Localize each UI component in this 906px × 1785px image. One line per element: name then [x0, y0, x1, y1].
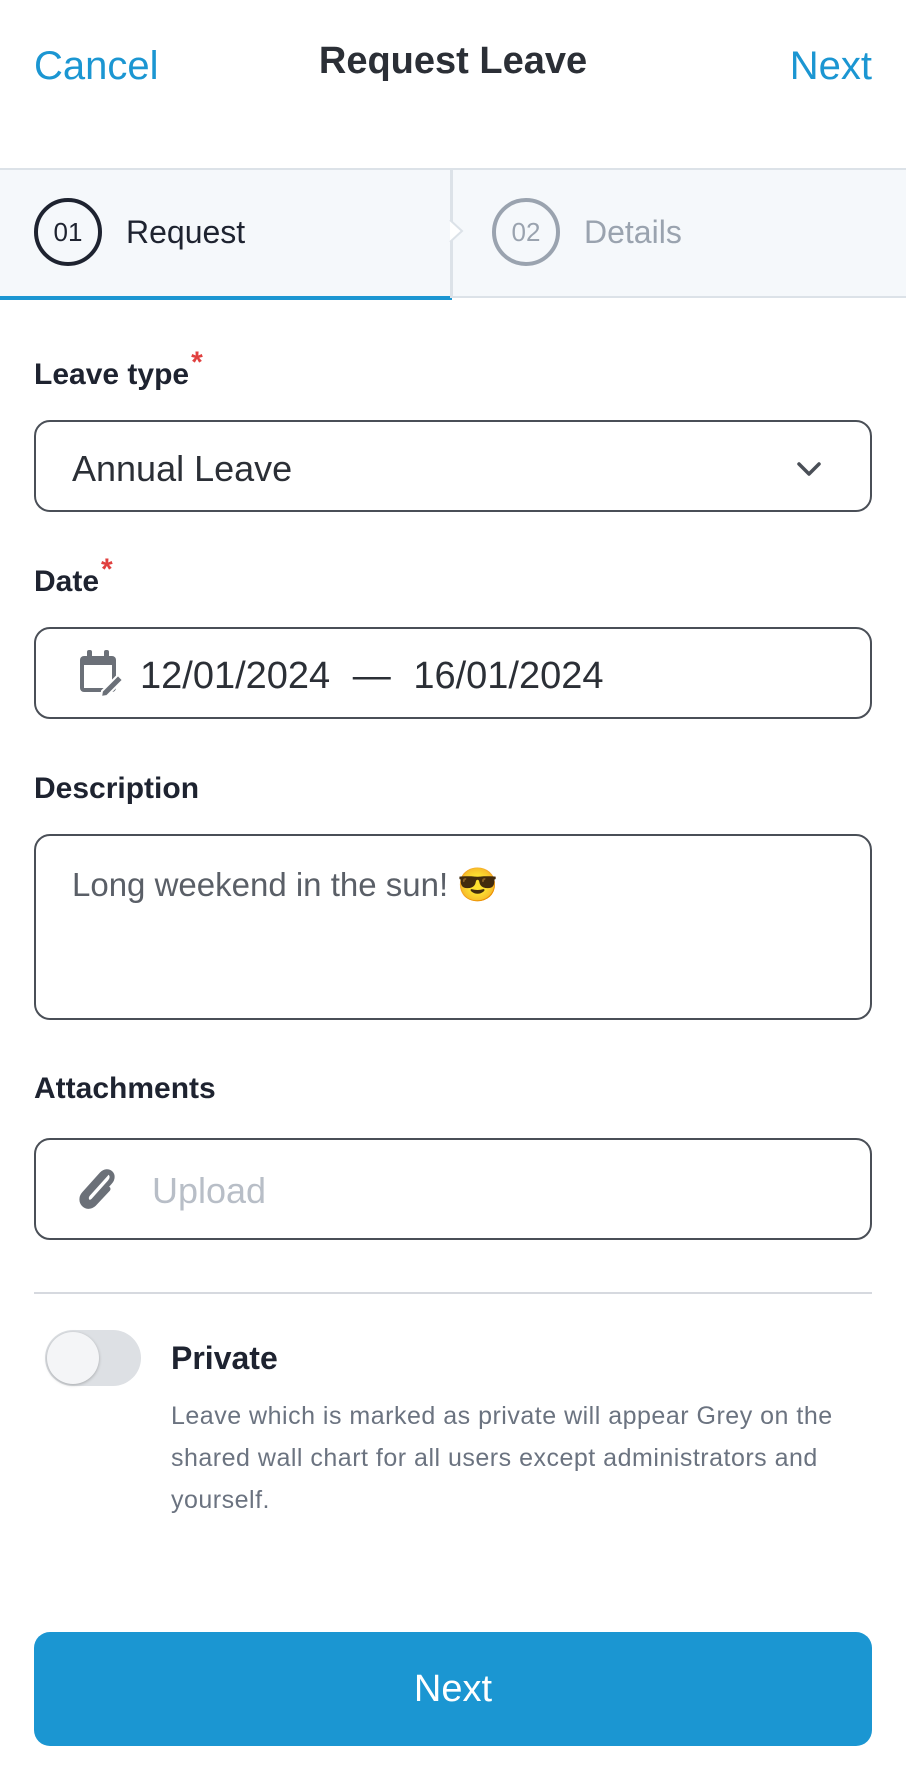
private-description: Leave which is marked as private will ap… [171, 1402, 833, 1514]
end-date: 16/01/2024 [413, 655, 604, 697]
paperclip-icon [79, 1169, 115, 1209]
step-number-01: 01 [34, 198, 102, 266]
date-range-value: 12/01/2024 — 16/01/2024 [140, 655, 604, 698]
active-step-indicator [0, 296, 452, 300]
cancel-button[interactable]: Cancel [34, 44, 159, 89]
date-separator: — [352, 655, 391, 697]
date-label-text: Date [34, 565, 100, 598]
date-range-field[interactable]: 12/01/2024 — 16/01/2024 [34, 627, 872, 719]
step-request[interactable]: 01 Request [0, 170, 452, 300]
step-label-details: Details [584, 214, 682, 250]
calendar-edit-icon [80, 650, 124, 699]
leave-type-label-text: Leave type [34, 358, 190, 391]
description-value: Long weekend in the sun! 😎 [72, 866, 499, 903]
chevron-down-icon [797, 462, 821, 476]
date-label: Date* [34, 553, 113, 599]
required-asterisk: * [191, 346, 203, 379]
leave-type-value: Annual Leave [72, 448, 293, 489]
leave-type-select[interactable]: Annual Leave [34, 420, 872, 512]
start-date: 12/01/2024 [140, 655, 331, 697]
step-number-02: 02 [492, 198, 560, 266]
next-button[interactable]: Next [34, 1632, 872, 1746]
section-divider [34, 1292, 872, 1294]
toggle-knob [47, 1332, 99, 1384]
step-details[interactable]: 02 Details [452, 170, 906, 298]
private-toggle[interactable] [45, 1330, 141, 1386]
attachments-upload-field[interactable]: Upload [34, 1138, 872, 1240]
header-next-button[interactable]: Next [790, 44, 872, 89]
private-title: Private [171, 1340, 278, 1376]
step-label-request: Request [126, 214, 246, 250]
attachments-label: Attachments [34, 1072, 216, 1105]
required-asterisk: * [101, 553, 113, 586]
description-label: Description [34, 772, 200, 805]
stepper: 01 Request 02 Details [0, 168, 906, 300]
description-textarea[interactable]: Long weekend in the sun! 😎 [34, 834, 872, 1020]
leave-type-label: Leave type* [34, 346, 203, 392]
upload-placeholder: Upload [152, 1170, 267, 1211]
